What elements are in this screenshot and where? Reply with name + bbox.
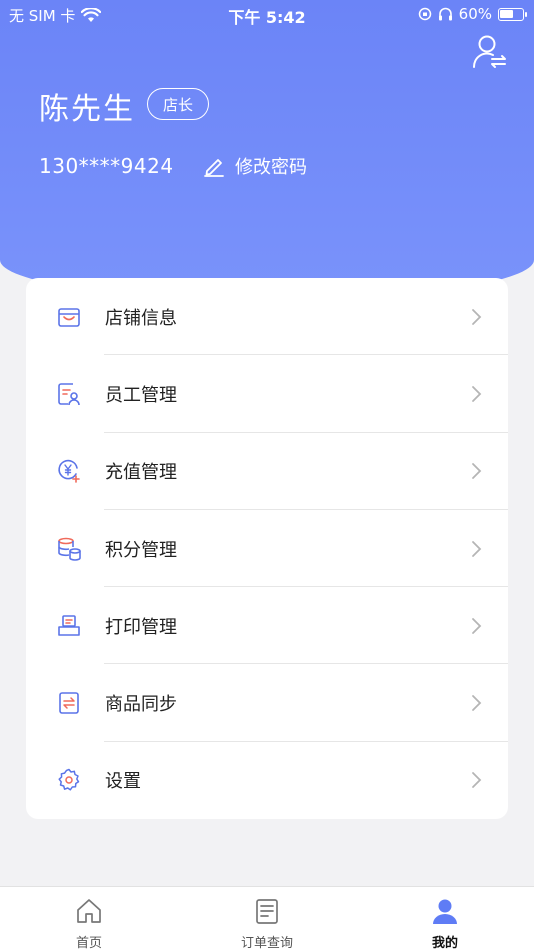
profile-header <box>0 0 534 300</box>
change-password-label: 修改密码 <box>235 157 307 178</box>
menu-label: 充值管理 <box>105 462 177 484</box>
chevron-right-icon <box>472 617 482 634</box>
person-icon <box>433 899 457 924</box>
battery-fill <box>500 9 513 18</box>
orientation-lock-icon <box>418 7 431 21</box>
change-password-link[interactable]: 修改密码 <box>203 153 307 179</box>
battery-icon <box>498 7 527 21</box>
tab-home[interactable]: 首页 <box>0 887 178 950</box>
headphones-icon <box>438 7 452 21</box>
sync-icon <box>59 692 79 714</box>
store-icon <box>58 307 80 327</box>
gear-icon <box>58 769 80 791</box>
tab-mine[interactable]: 我的 <box>356 887 534 950</box>
menu-item-store-info[interactable]: 店铺信息 <box>26 278 508 356</box>
tab-label: 我的 <box>431 936 458 950</box>
role-badge: 店长 <box>147 88 209 120</box>
menu-label: 商品同步 <box>105 694 177 716</box>
battery-percent: 60% <box>458 5 492 23</box>
menu-card: 店铺信息 员工管理 充值管理 积分管理 打印管理 商品同步 设置 <box>26 278 508 819</box>
status-bar: 无 SIM 卡 下午 5:42 60% <box>0 0 534 28</box>
menu-item-recharge[interactable]: 充值管理 <box>26 433 508 510</box>
menu-label: 店铺信息 <box>105 307 177 329</box>
menu-item-settings[interactable]: 设置 <box>26 742 508 819</box>
chevron-right-icon <box>472 772 482 789</box>
recharge-icon <box>58 460 80 484</box>
phone-number: 130****9424 <box>39 154 174 178</box>
home-icon <box>77 899 101 923</box>
menu-item-printer[interactable]: 打印管理 <box>26 587 508 665</box>
user-name: 陈先生 <box>39 92 135 127</box>
status-right: 60% <box>418 5 527 23</box>
chevron-right-icon <box>472 463 482 480</box>
tab-bar: 首页 订单查询 我的 <box>0 886 534 950</box>
tab-label: 订单查询 <box>240 936 293 950</box>
points-icon <box>58 537 81 561</box>
staff-icon <box>58 383 80 406</box>
chevron-right-icon <box>472 695 482 712</box>
chevron-right-icon <box>472 308 482 325</box>
switch-user-icon[interactable] <box>472 34 508 70</box>
menu-item-staff[interactable]: 员工管理 <box>26 355 508 433</box>
chevron-right-icon <box>472 540 482 557</box>
order-icon <box>256 899 278 924</box>
tab-label: 首页 <box>75 936 102 950</box>
edit-icon <box>204 159 224 177</box>
menu-item-points[interactable]: 积分管理 <box>26 510 508 588</box>
tab-orders[interactable]: 订单查询 <box>178 887 356 950</box>
menu-label: 设置 <box>105 771 141 793</box>
menu-item-product-sync[interactable]: 商品同步 <box>26 665 508 742</box>
menu-label: 员工管理 <box>105 384 177 406</box>
chevron-right-icon <box>472 386 482 402</box>
menu-label: 积分管理 <box>105 539 177 561</box>
printer-icon <box>58 615 80 636</box>
menu-label: 打印管理 <box>105 616 177 638</box>
